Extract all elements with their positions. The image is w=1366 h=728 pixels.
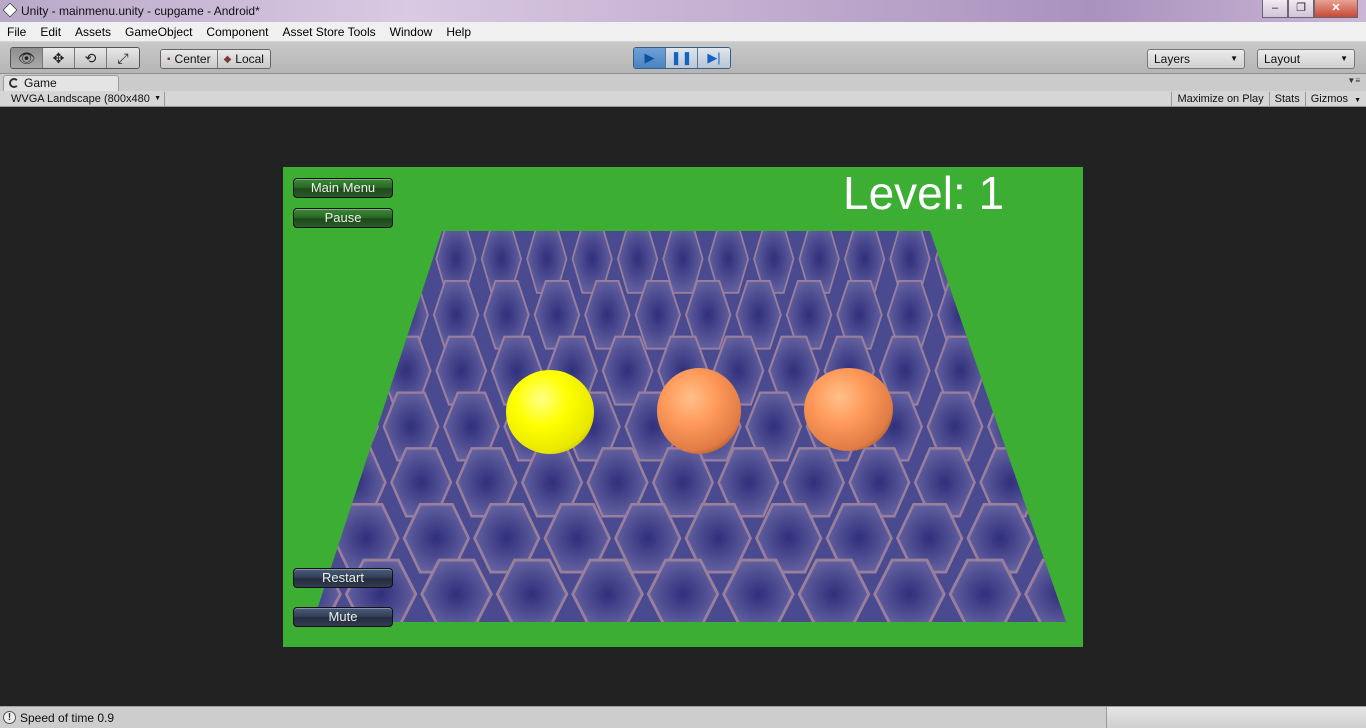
game-icon — [9, 78, 19, 88]
menu-component[interactable]: Component — [199, 22, 275, 42]
hex-tile — [324, 335, 377, 406]
aspect-ratio-dropdown[interactable]: WVGA Landscape (800x480 ▼ — [5, 92, 165, 106]
menu-gameobject[interactable]: GameObject — [118, 22, 199, 42]
unity-logo-icon — [2, 2, 18, 18]
step-button[interactable]: ▶| — [698, 48, 730, 68]
hex-tile — [313, 502, 330, 574]
pivot-center-label: Center — [174, 52, 211, 66]
level-indicator: Level: 1 — [843, 167, 1005, 219]
pivot-local-label: Local — [235, 52, 264, 66]
hex-tile — [987, 279, 1035, 350]
step-icon: ▶| — [707, 50, 721, 65]
title-bar: Unity - mainmenu.unity - cupgame - Andro… — [0, 0, 1366, 22]
playback-controls: ▶ ❚❚ ▶| — [633, 47, 731, 69]
hex-tile — [390, 231, 432, 294]
cube-icon: ◆ — [223, 53, 232, 65]
hex-tile — [322, 391, 379, 462]
close-button[interactable]: ✕ — [1314, 0, 1358, 18]
hand-tool-button[interactable]: 👁 — [11, 48, 43, 68]
rotate-tool-button[interactable]: ⟲ — [75, 48, 107, 68]
hex-tile — [1038, 279, 1066, 350]
play-button[interactable]: ▶ — [634, 48, 666, 68]
hex-tile — [989, 335, 1042, 406]
tab-game-label: Game — [24, 76, 57, 90]
pause-game-button[interactable]: Pause — [293, 208, 393, 228]
chevron-down-icon: ▼ — [1230, 54, 1238, 63]
tab-menu-icon[interactable]: ▼≡ — [1347, 76, 1360, 85]
game-screen: Main Menu Pause Restart Mute Level: 1 — [283, 167, 1083, 647]
menu-edit[interactable]: Edit — [33, 22, 68, 42]
orange-ball-2[interactable] — [804, 368, 893, 451]
orange-ball-1[interactable] — [657, 368, 741, 454]
mute-button[interactable]: Mute — [293, 607, 393, 627]
chevron-down-icon: ▼ — [154, 95, 161, 102]
rotate-icon: ⟲ — [84, 49, 97, 66]
gizmos-label: Gizmos — [1310, 93, 1348, 105]
unity-editor-window: { "window": { "title": "Unity - mainmenu… — [0, 0, 1366, 728]
minimize-button[interactable]: ‒ — [1262, 0, 1288, 18]
move-tool-button[interactable]: ✥ — [43, 48, 75, 68]
hex-tile — [344, 231, 386, 294]
hex-tile — [1045, 335, 1066, 406]
pivot-toggle: ▪ Center ◆ Local — [160, 49, 271, 69]
status-bar-panel — [1106, 707, 1366, 728]
hex-tile — [332, 279, 379, 350]
transform-tools: 👁 ✥ ⟲ ⤢ — [10, 47, 140, 69]
center-icon: ▪ — [167, 53, 171, 65]
gizmos-dropdown[interactable]: Gizmos ▼ — [1304, 92, 1366, 106]
yellow-ball[interactable] — [506, 370, 594, 454]
restart-button[interactable]: Restart — [293, 568, 393, 588]
eye-icon: 👁 — [17, 49, 36, 66]
hex-tile — [1047, 391, 1066, 462]
hex-tile — [313, 279, 329, 350]
game-tab-row: Game ▼≡ — [0, 74, 1366, 91]
pause-icon: ❚❚ — [670, 50, 693, 65]
scale-tool-button[interactable]: ⤢ — [107, 48, 139, 68]
toolbar: 👁 ✥ ⟲ ⤢ ▪ Center ◆ Local ▶ ❚❚ ▶| Layers … — [0, 42, 1366, 74]
window-title: Unity - mainmenu.unity - cupgame - Andro… — [21, 4, 260, 18]
layout-label: Layout — [1264, 52, 1301, 66]
menu-help[interactable]: Help — [439, 22, 478, 42]
main-menu-button[interactable]: Main Menu — [293, 178, 393, 198]
scale-icon: ⤢ — [117, 49, 129, 66]
hex-tile — [313, 231, 341, 294]
info-icon: ! — [3, 711, 16, 724]
play-icon: ▶ — [644, 50, 655, 65]
status-message[interactable]: Speed of time 0.9 — [20, 711, 114, 725]
tab-game[interactable]: Game — [3, 75, 119, 91]
status-bar: ! Speed of time 0.9 — [0, 706, 1366, 728]
layers-dropdown[interactable]: Layers ▼ — [1147, 49, 1245, 69]
hex-tile — [313, 335, 321, 406]
pause-button[interactable]: ❚❚ — [666, 48, 698, 68]
window-controls: ‒ ❐ ✕ — [1262, 0, 1358, 18]
hex-tile — [313, 447, 322, 518]
move-icon: ✥ — [52, 49, 65, 66]
layout-dropdown[interactable]: Layout ▼ — [1257, 49, 1355, 69]
menu-bar: File Edit Assets GameObject Component As… — [0, 22, 1366, 42]
menu-assets[interactable]: Assets — [68, 22, 118, 42]
hex-tile — [980, 231, 1022, 294]
menu-window[interactable]: Window — [383, 22, 440, 42]
aspect-ratio-label: WVGA Landscape (800x480 — [11, 93, 150, 105]
maximize-button[interactable]: ❐ — [1288, 0, 1314, 18]
hex-tile — [1044, 447, 1066, 518]
maximize-on-play-toggle[interactable]: Maximize on Play — [1171, 92, 1268, 106]
menu-file[interactable]: File — [0, 22, 33, 42]
menu-asset-store-tools[interactable]: Asset Store Tools — [275, 22, 382, 42]
pivot-center-button[interactable]: ▪ Center — [161, 50, 218, 68]
chevron-down-icon: ▼ — [1340, 54, 1348, 63]
chevron-down-icon: ▼ — [1354, 97, 1361, 104]
pivot-local-button[interactable]: ◆ Local — [217, 50, 270, 68]
game-view-toolbar: WVGA Landscape (800x480 ▼ Maximize on Pl… — [0, 91, 1366, 107]
hex-tile — [313, 391, 319, 462]
layers-label: Layers — [1154, 52, 1191, 66]
game-view-options: Maximize on Play Stats Gizmos ▼ — [1171, 92, 1366, 106]
stats-toggle[interactable]: Stats — [1268, 92, 1305, 106]
